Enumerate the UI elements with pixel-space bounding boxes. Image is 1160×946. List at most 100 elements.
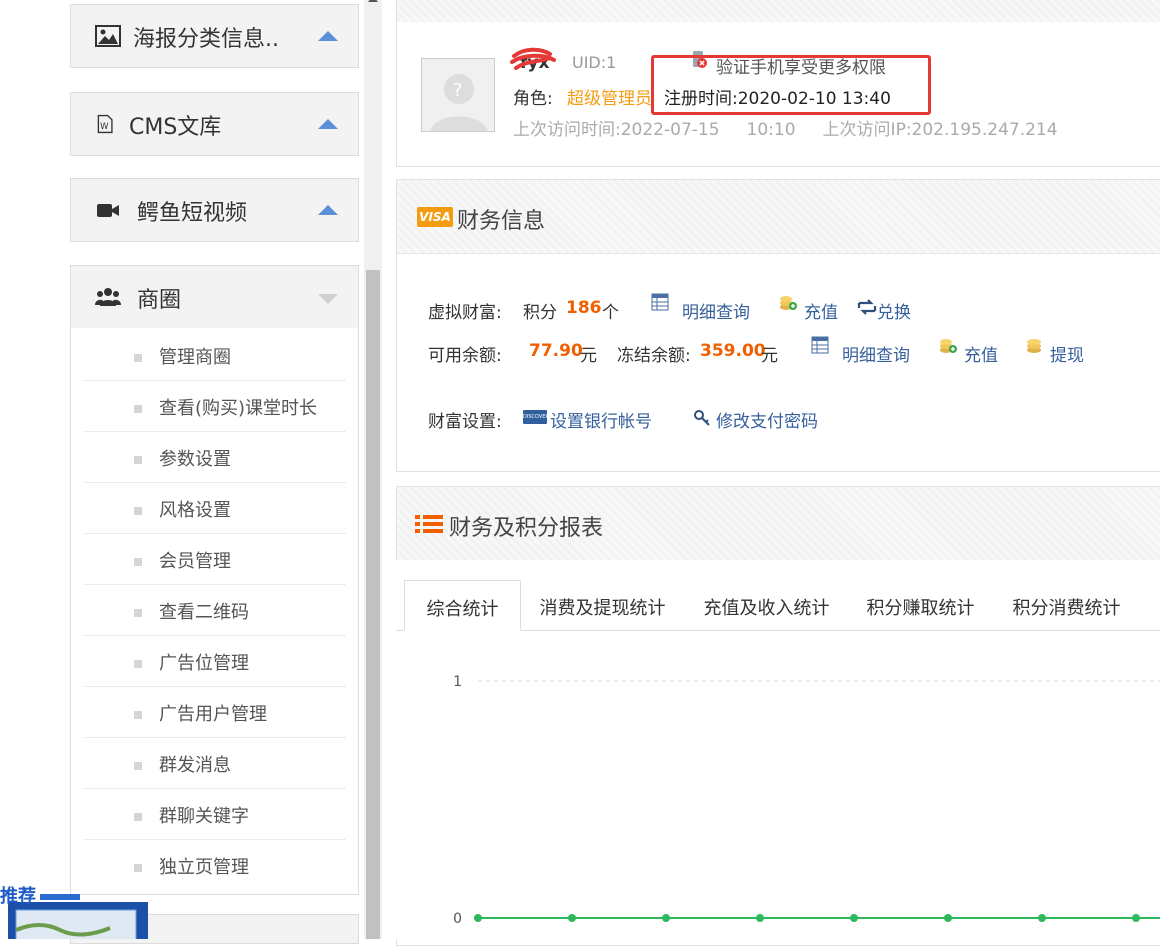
sidebar-section-cms[interactable]: W CMS文库 [70, 92, 359, 156]
chevron-up-icon[interactable] [318, 205, 338, 215]
bullet-icon [134, 762, 142, 770]
data-point[interactable] [662, 914, 670, 922]
scrollbar-thumb[interactable] [366, 270, 380, 939]
svg-text:?: ? [453, 80, 463, 101]
y-tick-label: 0 [453, 911, 462, 927]
sidebar-item-label: 查看二维码 [159, 602, 249, 623]
sidebar-item-label: 广告用户管理 [159, 704, 267, 725]
svg-text:W: W [100, 121, 109, 131]
coins-add-icon [940, 339, 957, 353]
role-value: 超级管理员 [567, 89, 652, 109]
user-id: UID:1 [572, 53, 617, 72]
sidebar-item-label: 群发消息 [159, 755, 231, 776]
balance-recharge-link[interactable]: 充值 [964, 341, 998, 366]
data-point[interactable] [568, 914, 576, 922]
line-chart: 01 [453, 674, 1160, 927]
sidebar-section-video[interactable]: 鳄鱼短视频 [70, 178, 359, 242]
sidebar-item-broadcast[interactable]: 群发消息 [84, 738, 345, 789]
data-point[interactable] [944, 914, 952, 922]
image-icon [95, 25, 121, 47]
withdraw-link[interactable]: 提现 [1050, 341, 1084, 366]
points-detail-link[interactable]: 明细查询 [682, 298, 750, 323]
bullet-icon [134, 507, 142, 515]
sidebar-section-business[interactable]: 商圈 管理商圈 查看(购买)课堂时长 参数设置 风格设置 会员管理 查看二维码 … [70, 265, 359, 895]
report-title: 财务及积分报表 [449, 516, 604, 541]
sidebar-item-label: 会员管理 [159, 551, 231, 572]
default-avatar-icon: ? [422, 59, 494, 131]
sidebar-item-manage-business[interactable]: 管理商圈 [84, 330, 345, 381]
promo-widget[interactable]: 推荐 [0, 880, 150, 942]
data-point[interactable] [1038, 914, 1046, 922]
frozen-balance-label: 冻结余额: [617, 346, 691, 366]
list-icon [415, 515, 443, 533]
tab-overall[interactable]: 综合统计 [404, 580, 521, 631]
data-point[interactable] [850, 914, 858, 922]
points-recharge-link[interactable]: 充值 [804, 298, 838, 323]
word-document-icon: W [97, 114, 113, 134]
exchange-icon [857, 299, 877, 315]
available-balance-value: 77.90 [529, 341, 583, 361]
sidebar-item-ad-users[interactable]: 广告用户管理 [84, 687, 345, 738]
wealth-settings-label: 财富设置: [428, 412, 502, 432]
points-value: 186 [566, 298, 602, 318]
bullet-icon [134, 609, 142, 617]
chevron-up-icon[interactable] [318, 119, 338, 129]
avatar[interactable]: ? [421, 58, 495, 132]
bullet-icon [134, 711, 142, 719]
virtual-wealth-label: 虚拟财富: [428, 303, 502, 323]
data-point[interactable] [756, 914, 764, 922]
coins-icon [1027, 339, 1041, 353]
sidebar-item-label: 风格设置 [159, 500, 231, 521]
table-icon [811, 336, 829, 354]
sidebar-item-label: 群聊关键字 [159, 806, 249, 827]
sidebar-item-label: 广告位管理 [159, 653, 249, 674]
report-panel-header: 财务及积分报表 [397, 487, 1160, 561]
tab-recharge-income[interactable]: 充值及收入统计 [693, 580, 840, 631]
redaction-scribble-icon [510, 47, 556, 70]
sidebar-item-members[interactable]: 会员管理 [84, 534, 345, 585]
finance-panel-header: VISA 财务信息 [397, 180, 1160, 254]
set-bank-account-link[interactable]: 设置银行帐号 [550, 407, 652, 432]
bank-card-icon: DISCOVER [523, 410, 549, 424]
bullet-icon [134, 813, 142, 821]
tab-points-spent[interactable]: 积分消费统计 [1002, 580, 1131, 631]
sidebar-item-style[interactable]: 风格设置 [84, 483, 345, 534]
coins-add-icon [780, 296, 797, 310]
users-icon [95, 288, 121, 306]
sidebar-item-label: 独立页管理 [159, 857, 249, 878]
balance-detail-link[interactable]: 明细查询 [842, 341, 910, 366]
bullet-icon [134, 405, 142, 413]
available-balance-label: 可用余额: [428, 346, 502, 366]
bullet-icon [134, 558, 142, 566]
sidebar-item-ad-slots[interactable]: 广告位管理 [84, 636, 345, 687]
chevron-down-icon[interactable] [318, 294, 338, 304]
sidebar-section-poster[interactable]: 海报分类信息.. [70, 4, 359, 68]
sidebar-item-group-keywords[interactable]: 群聊关键字 [84, 789, 345, 840]
change-pay-password-link[interactable]: 修改支付密码 [716, 407, 818, 432]
chevron-up-icon[interactable] [318, 31, 338, 41]
sidebar-section-label: 海报分类信息.. [133, 27, 279, 52]
bullet-icon [134, 354, 142, 362]
bullet-icon [134, 456, 142, 464]
scroll-up-arrow-icon[interactable] [368, 0, 378, 2]
table-icon [651, 293, 669, 311]
bullet-icon [134, 660, 142, 668]
visa-icon: VISA [417, 207, 453, 227]
currency-unit: 元 [580, 346, 597, 366]
sidebar-item-qrcode[interactable]: 查看二维码 [84, 585, 345, 636]
sidebar-item-class-duration[interactable]: 查看(购买)课堂时长 [84, 381, 345, 432]
tab-consumption-withdraw[interactable]: 消费及提现统计 [530, 580, 675, 631]
points-label: 积分 [523, 303, 557, 323]
report-chart: 01 [396, 631, 1160, 939]
sidebar-item-parameters[interactable]: 参数设置 [84, 432, 345, 483]
last-visit-info: 上次访问时间:2022-07-15 10:10 上次访问IP:202.195.2… [513, 120, 1058, 140]
points-exchange-link[interactable]: 兑换 [877, 298, 911, 323]
data-point[interactable] [1132, 914, 1140, 922]
finance-title: 财务信息 [457, 209, 546, 234]
data-point[interactable] [474, 914, 482, 922]
tab-points-earned[interactable]: 积分赚取统计 [856, 580, 985, 631]
points-unit: 个 [602, 303, 619, 323]
top-panel-header [396, 0, 1160, 23]
promo-text: 推荐 [0, 886, 36, 907]
currency-unit: 元 [761, 346, 778, 366]
